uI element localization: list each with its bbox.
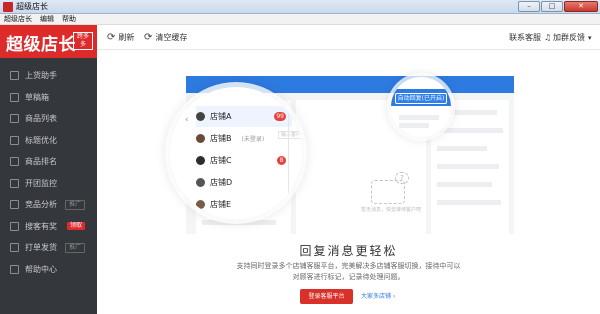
bell-icon: ♫	[544, 33, 552, 42]
sidebar-item-label: 帮助中心	[25, 264, 57, 274]
sidebar-item-drafts[interactable]: 草稿箱	[0, 87, 97, 109]
sidebar-item-label: 商品排名	[25, 157, 57, 167]
menu-help[interactable]: 帮助	[62, 14, 76, 24]
store-status: (未登录)	[241, 136, 265, 143]
clear-cache-label: 清空缓存	[155, 33, 188, 42]
gear-icon	[10, 200, 19, 210]
main-content: ? 暂无消息，快去接待客户吧 输入客户名搜索 ‹ 店铺A99 店铺B(未登录) …	[97, 51, 600, 314]
promo-badge: 推广	[64, 243, 85, 253]
help-icon	[10, 264, 19, 274]
sidebar-item-upload[interactable]: 上货助手	[0, 65, 97, 87]
store-row: 店铺D	[196, 172, 292, 193]
feedback-button[interactable]: 加群反馈 ▾	[553, 25, 592, 50]
store-name: 店铺B	[210, 134, 232, 143]
auto-reply-button: 自动回复(已开启)	[395, 93, 447, 104]
mock-header: 自动回复(已开启)	[391, 89, 451, 106]
promo-badge: 推广	[64, 200, 85, 210]
drafts-icon	[10, 92, 19, 102]
gift-icon	[10, 221, 19, 231]
avatar	[196, 178, 205, 187]
app-icon	[3, 2, 13, 12]
store-row: 店铺C 8	[196, 150, 292, 171]
sidebar-item-label: 竞品分析	[25, 200, 57, 210]
sidebar-item-label: 搜客有奖	[25, 221, 57, 231]
description-line: 支持同时登录多个店铺客服平台，完美解决多店铺客服切换，接待中可以	[236, 262, 461, 270]
clear-cache-button[interactable]: ⟳ 清空缓存	[144, 25, 187, 50]
feature-description: 支持同时登录多个店铺客服平台，完美解决多店铺客服切换，接待中可以 对顾客进行标记…	[97, 261, 600, 283]
question-icon: ?	[395, 172, 409, 184]
refresh-label: 刷新	[118, 33, 135, 42]
list-icon	[10, 114, 19, 124]
store-row: 店铺A 99	[196, 106, 292, 127]
sidebar: 超级店长 跨多多 上货助手 草稿箱 商品列表 标题优化 商品排名 开团监控 竞品…	[0, 25, 97, 314]
avatar	[196, 134, 205, 143]
monitor-icon	[10, 178, 19, 188]
window-titlebar: 超级店长 – □ ✕	[0, 0, 600, 14]
close-button[interactable]: ✕	[564, 1, 598, 12]
auto-reply-magnifier: 自动回复(已开启)	[391, 77, 451, 137]
chevron-down-icon: ▾	[588, 33, 592, 42]
logo: 超级店长 跨多多	[0, 25, 97, 58]
sidebar-item-ranking[interactable]: 商品排名	[0, 151, 97, 173]
sidebar-item-shipping[interactable]: 打单发货 推广	[0, 237, 97, 259]
menu-app[interactable]: 超级店长	[4, 14, 32, 24]
sidebar-item-group-monitor[interactable]: 开团监控	[0, 173, 97, 195]
avatar	[196, 112, 205, 121]
contact-service-button[interactable]: 联系客服 ♫	[509, 25, 551, 50]
sidebar-item-label: 开团监控	[25, 178, 57, 188]
sidebar-item-label: 上货助手	[25, 71, 57, 81]
maximize-button[interactable]: □	[541, 1, 563, 12]
sidebar-item-reward[interactable]: 搜客有奖 领取	[0, 216, 97, 238]
clear-icon: ⟳	[144, 32, 153, 43]
refresh-button[interactable]: ⟳ 刷新	[107, 25, 134, 50]
store-name: 店铺C	[210, 156, 232, 165]
logo-subtag: 跨多多	[73, 32, 93, 50]
sidebar-item-label: 标题优化	[25, 135, 57, 145]
feedback-label: 加群反馈	[553, 33, 585, 42]
more-info-link[interactable]: 大家多店铺 ›	[361, 289, 395, 304]
logo-text: 超级店长	[6, 35, 76, 55]
refresh-icon: ⟳	[107, 32, 116, 43]
chevron-left-icon: ‹	[185, 115, 189, 125]
store-row: 店铺B (未登录)	[196, 128, 292, 149]
window-title: 超级店长	[16, 2, 48, 11]
sidebar-item-help[interactable]: 帮助中心	[0, 259, 97, 281]
upload-icon	[10, 71, 19, 81]
sidebar-item-label: 草稿箱	[25, 92, 49, 102]
unread-badge: 99	[274, 112, 286, 121]
truck-icon	[10, 243, 19, 253]
sidebar-nav: 上货助手 草稿箱 商品列表 标题优化 商品排名 开团监控 竞品分析 推广 搜客有奖…	[0, 65, 97, 280]
avatar	[196, 200, 205, 209]
feature-headline: 回复消息更轻松	[299, 244, 398, 258]
sidebar-item-label: 打单发货	[25, 243, 57, 253]
tag-icon	[10, 135, 19, 145]
claim-badge: 领取	[66, 221, 85, 230]
store-row: 店铺E	[196, 194, 292, 215]
sidebar-item-title-optimize[interactable]: 标题优化	[0, 130, 97, 152]
minimize-button[interactable]: –	[518, 1, 540, 12]
store-name: 店铺D	[210, 178, 233, 187]
store-name: 店铺A	[210, 112, 232, 121]
sidebar-item-competitor[interactable]: 竞品分析 推广	[0, 194, 97, 216]
menu-edit[interactable]: 编辑	[40, 14, 54, 24]
store-name: 店铺E	[210, 200, 232, 209]
login-service-platform-button[interactable]: 登录客服平台	[300, 289, 353, 304]
toolbar: ⟳ 刷新 ⟳ 清空缓存 联系客服 ♫ 加群反馈 ▾	[97, 25, 600, 50]
store-list-magnifier: 输入客户名搜索 ‹ 店铺A99 店铺B(未登录) 店铺C8 店铺D 店铺E	[170, 87, 302, 219]
avatar	[196, 156, 205, 165]
unread-badge: 8	[277, 156, 286, 165]
menu-bar: 超级店长 编辑 帮助	[0, 14, 600, 25]
divider	[288, 103, 289, 215]
sidebar-item-products[interactable]: 商品列表	[0, 108, 97, 130]
empty-chat-text: 暂无消息，快去接待客户吧	[360, 207, 421, 213]
sidebar-item-label: 商品列表	[25, 114, 57, 124]
bar-chart-icon	[10, 157, 19, 167]
contact-label: 联系客服	[509, 33, 541, 42]
description-line: 对顾客进行标记，记录待处理问题。	[292, 273, 405, 281]
